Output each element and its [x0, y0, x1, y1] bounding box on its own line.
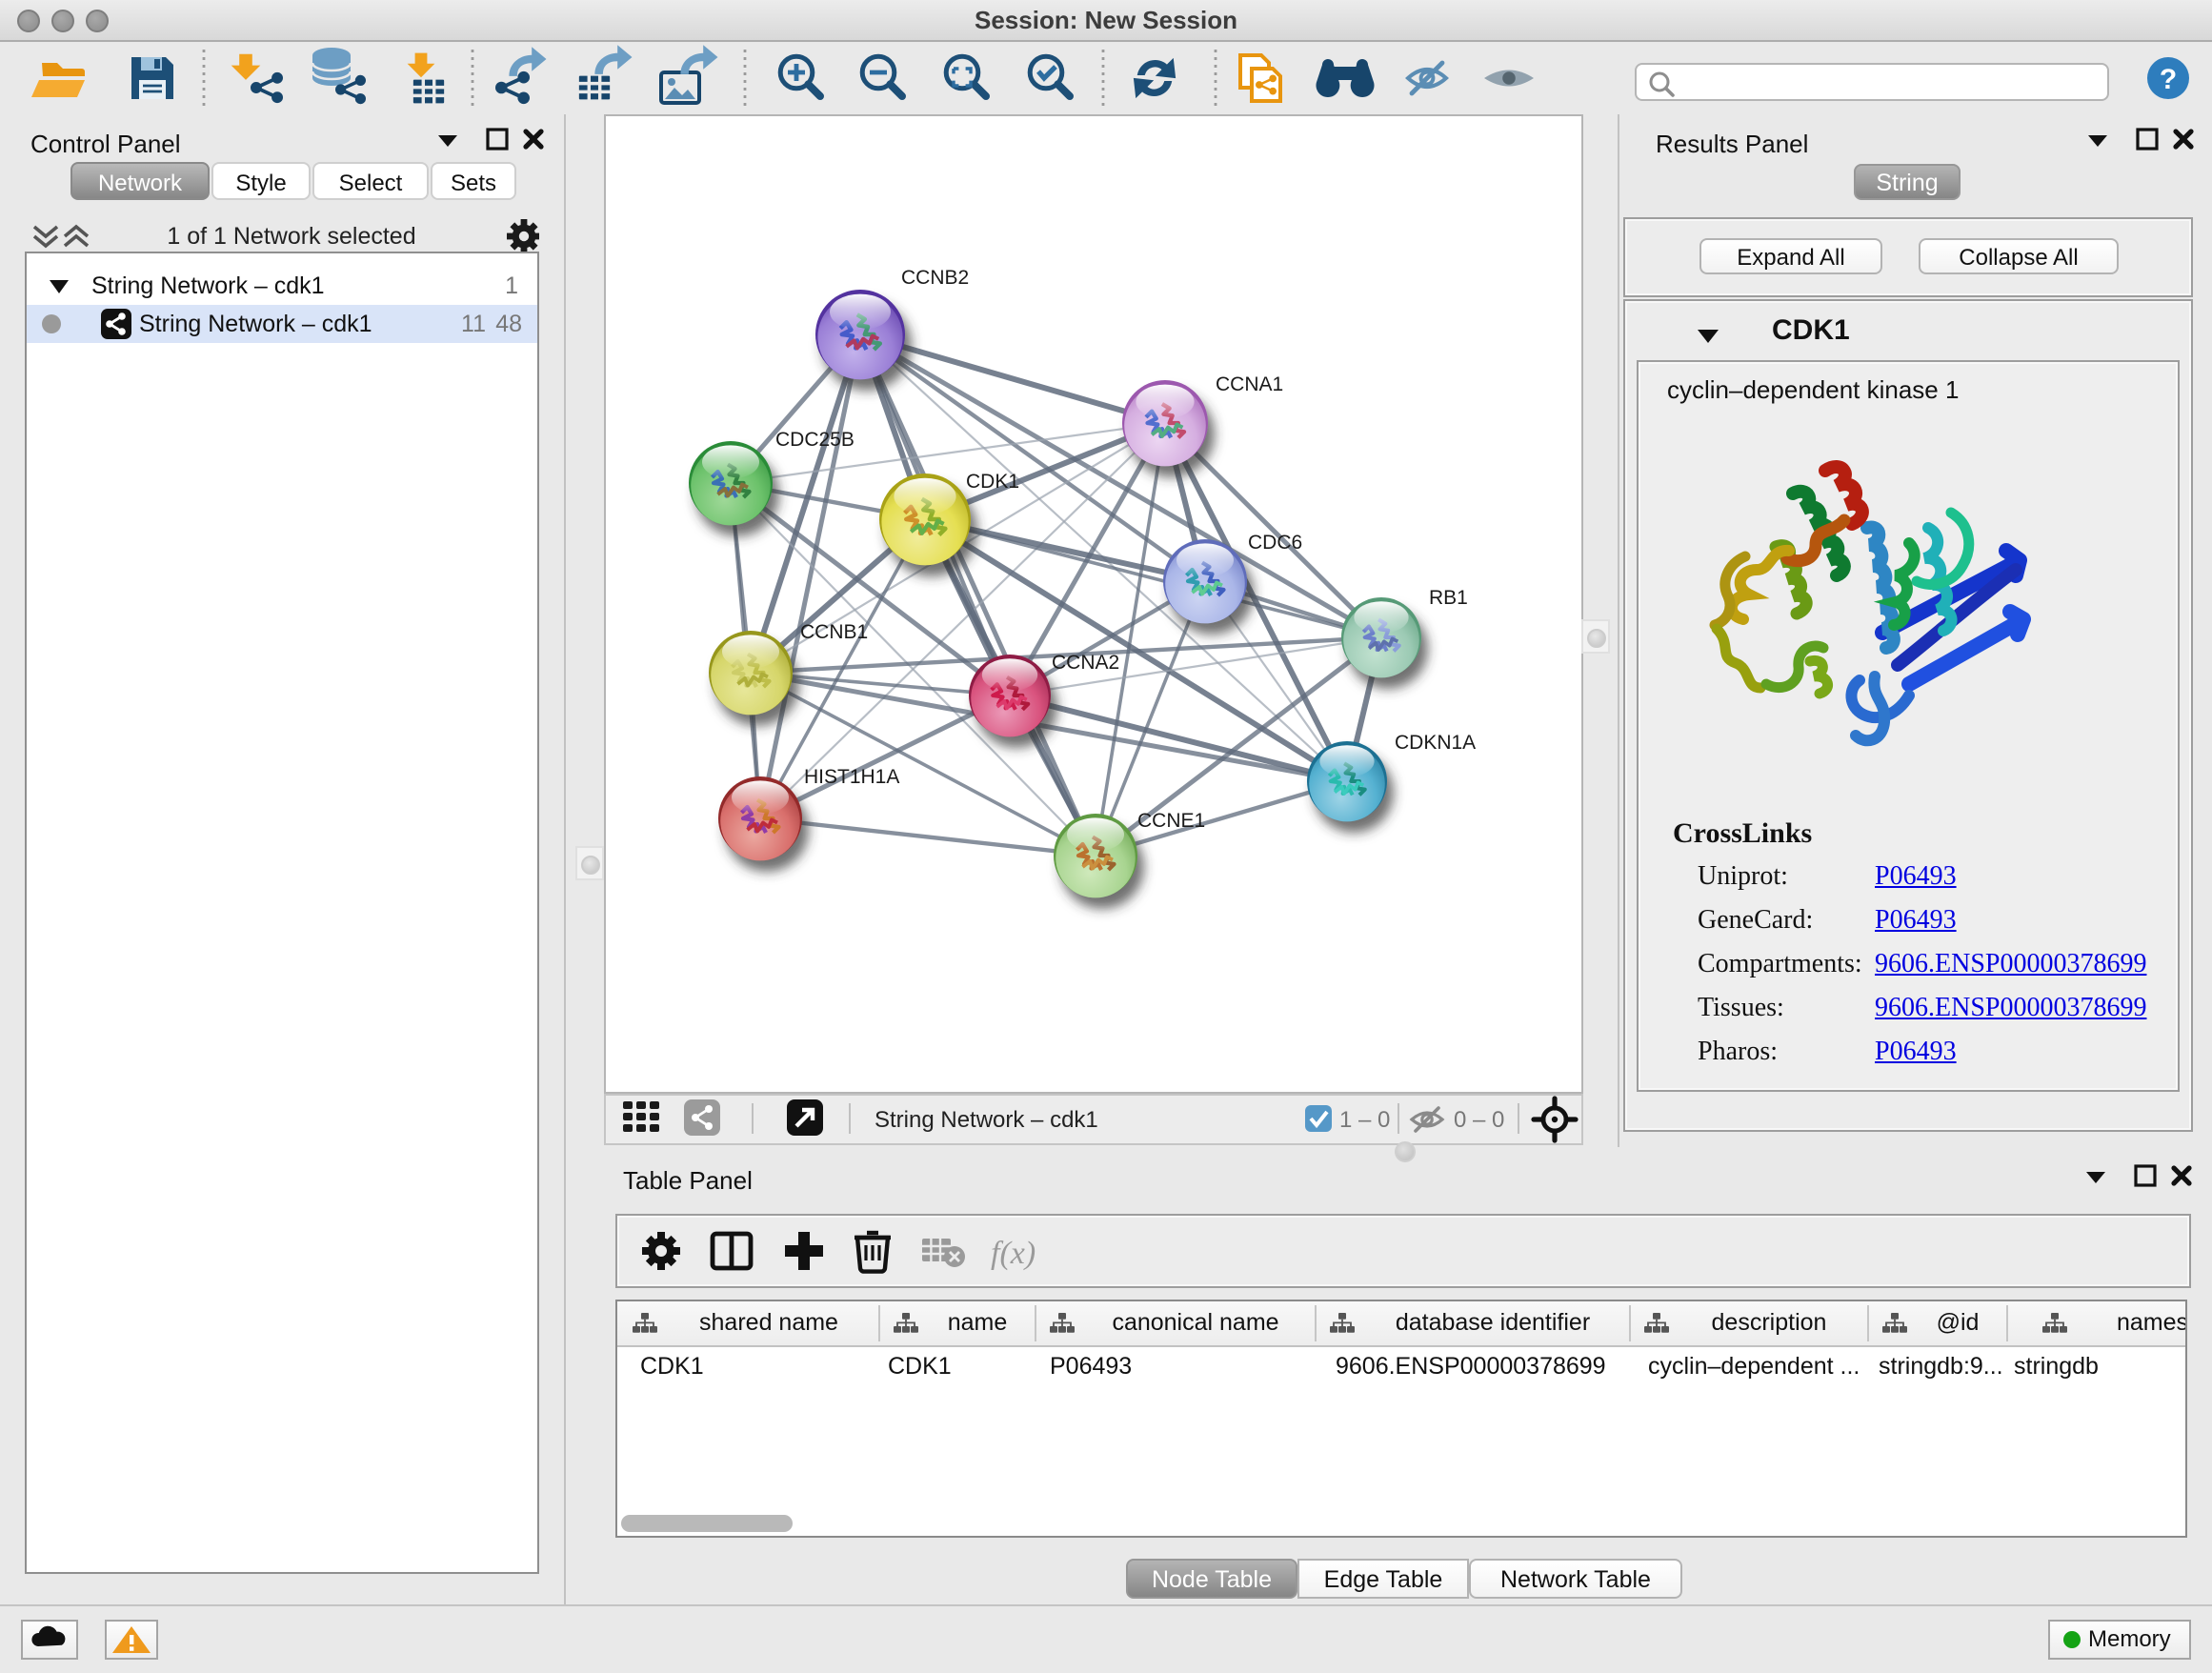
svg-text:CCNE1: CCNE1	[1137, 810, 1205, 832]
svg-text:CCNB2: CCNB2	[901, 267, 969, 289]
svg-text:CDK1: CDK1	[966, 471, 1019, 493]
svg-text:CCNA1: CCNA1	[1216, 373, 1283, 395]
svg-text:?: ?	[2160, 64, 2177, 95]
svg-text:0 – 0: 0 – 0	[1454, 1107, 1504, 1133]
svg-text:CDC25B: CDC25B	[775, 429, 855, 451]
svg-text:f(x): f(x)	[991, 1236, 1036, 1271]
svg-text:String Network – cdk1: String Network – cdk1	[875, 1107, 1098, 1133]
svg-text:HIST1H1A: HIST1H1A	[804, 766, 899, 788]
svg-text:RB1: RB1	[1429, 587, 1468, 609]
svg-text:1 – 0: 1 – 0	[1339, 1107, 1390, 1133]
svg-text:CCNA2: CCNA2	[1052, 652, 1119, 674]
svg-text:CCNB1: CCNB1	[800, 621, 868, 643]
svg-text:CDKN1A: CDKN1A	[1395, 732, 1476, 754]
svg-text:1 of 1 Network selected: 1 of 1 Network selected	[167, 223, 415, 250]
svg-text:CDC6: CDC6	[1248, 532, 1302, 554]
